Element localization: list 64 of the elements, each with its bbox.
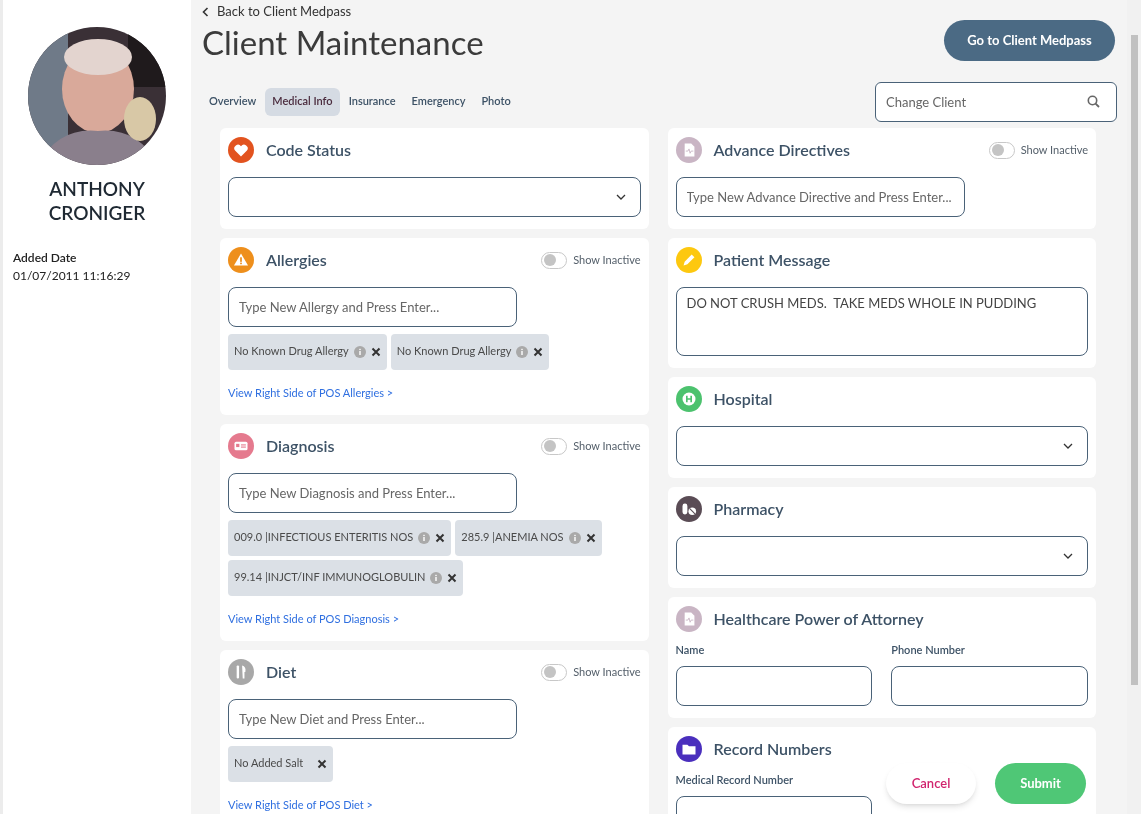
- card-title: Code Status: [266, 138, 352, 161]
- toggle-label: Show Inactive: [573, 437, 641, 454]
- chevron-left-icon: [202, 6, 209, 17]
- input-field[interactable]: Type New Advance Directive and Press Enter...: [675, 176, 965, 217]
- input-field[interactable]: [675, 665, 873, 706]
- tab[interactable]: Photo: [474, 87, 518, 116]
- field-label: Medical Record Number: [675, 771, 795, 788]
- remove-icon[interactable]: [533, 346, 544, 357]
- card-title: Advance Directives: [713, 138, 850, 161]
- field-label: Name: [675, 641, 706, 658]
- remove-icon[interactable]: [435, 532, 446, 543]
- client-name: ANTHONY CRONIGER: [47, 177, 147, 225]
- tag-label: No Known Drug Allergy: [396, 343, 512, 360]
- card-title: Pharmacy: [713, 497, 784, 520]
- toggle-label: Show Inactive: [1020, 141, 1088, 158]
- chevron-down-icon: [1063, 442, 1073, 449]
- select-field[interactable]: [675, 425, 1088, 466]
- card-title: Healthcare Power of Attorney: [713, 607, 924, 630]
- cancel-button[interactable]: Cancel: [886, 763, 976, 804]
- remove-icon[interactable]: [447, 572, 458, 583]
- field-label: Phone Number: [891, 641, 966, 658]
- back-link[interactable]: Back to Client Medpass: [202, 2, 484, 22]
- added-date-label: Added Date: [13, 249, 78, 267]
- tab[interactable]: Overview: [202, 87, 264, 116]
- tag-label: 99.14 |INJCT/INF IMMUNOGLOBULIN: [234, 569, 426, 586]
- chevron-down-icon: [1063, 552, 1073, 559]
- input-field[interactable]: [891, 665, 1088, 706]
- search-icon[interactable]: [1087, 94, 1100, 108]
- card-title: Diet: [266, 660, 297, 683]
- toggle-label: Show Inactive: [573, 663, 641, 680]
- page-title: Client Maintenance: [202, 21, 484, 62]
- card-title: Record Numbers: [713, 737, 832, 760]
- card-title: Hospital: [713, 387, 773, 410]
- toggle-switch[interactable]: [541, 437, 568, 455]
- remove-icon[interactable]: [317, 758, 328, 769]
- toggle-switch[interactable]: [541, 251, 568, 269]
- go-to-medpass-button[interactable]: Go to Client Medpass: [944, 20, 1115, 61]
- tab[interactable]: Medical Info: [265, 87, 340, 116]
- tag-label: 285.9 |ANEMIA NOS: [461, 529, 564, 546]
- select-field[interactable]: [675, 535, 1088, 576]
- tag-label: 009.0 |INFECTIOUS ENTERITIS NOS: [234, 529, 414, 546]
- added-date-value: 01/07/2011 11:16:29: [13, 267, 132, 285]
- input-field[interactable]: Type New Diet and Press Enter...: [228, 698, 517, 739]
- search-field[interactable]: Change Client: [875, 81, 1117, 122]
- input-field[interactable]: Type New Diagnosis and Press Enter...: [228, 472, 517, 513]
- remove-icon[interactable]: [370, 346, 381, 357]
- card-title: Patient Message: [713, 248, 831, 271]
- pos-link[interactable]: View Right Side of POS Diagnosis >: [228, 611, 399, 625]
- card-title: Diagnosis: [266, 434, 335, 457]
- tab[interactable]: Emergency: [404, 87, 473, 116]
- select-field[interactable]: [228, 176, 641, 217]
- pos-link[interactable]: View Right Side of POS Allergies >: [228, 385, 394, 399]
- toggle-label: Show Inactive: [573, 251, 641, 268]
- card-title: Allergies: [266, 248, 327, 271]
- remove-icon[interactable]: [585, 532, 596, 543]
- tag-label: No Known Drug Allergy: [234, 343, 349, 360]
- pos-link[interactable]: View Right Side of POS Diet >: [228, 797, 373, 811]
- tab[interactable]: Insurance: [341, 87, 403, 116]
- tag-label: No Added Salt: [234, 755, 304, 772]
- toggle-switch[interactable]: [541, 663, 568, 681]
- toggle-switch[interactable]: [988, 141, 1015, 159]
- input-field[interactable]: Type New Allergy and Press Enter...: [228, 286, 517, 327]
- message-field[interactable]: DO NOT CRUSH MEDS. TAKE MEDS WHOLE IN PUDDING: [675, 286, 1088, 356]
- chevron-down-icon: [615, 193, 626, 200]
